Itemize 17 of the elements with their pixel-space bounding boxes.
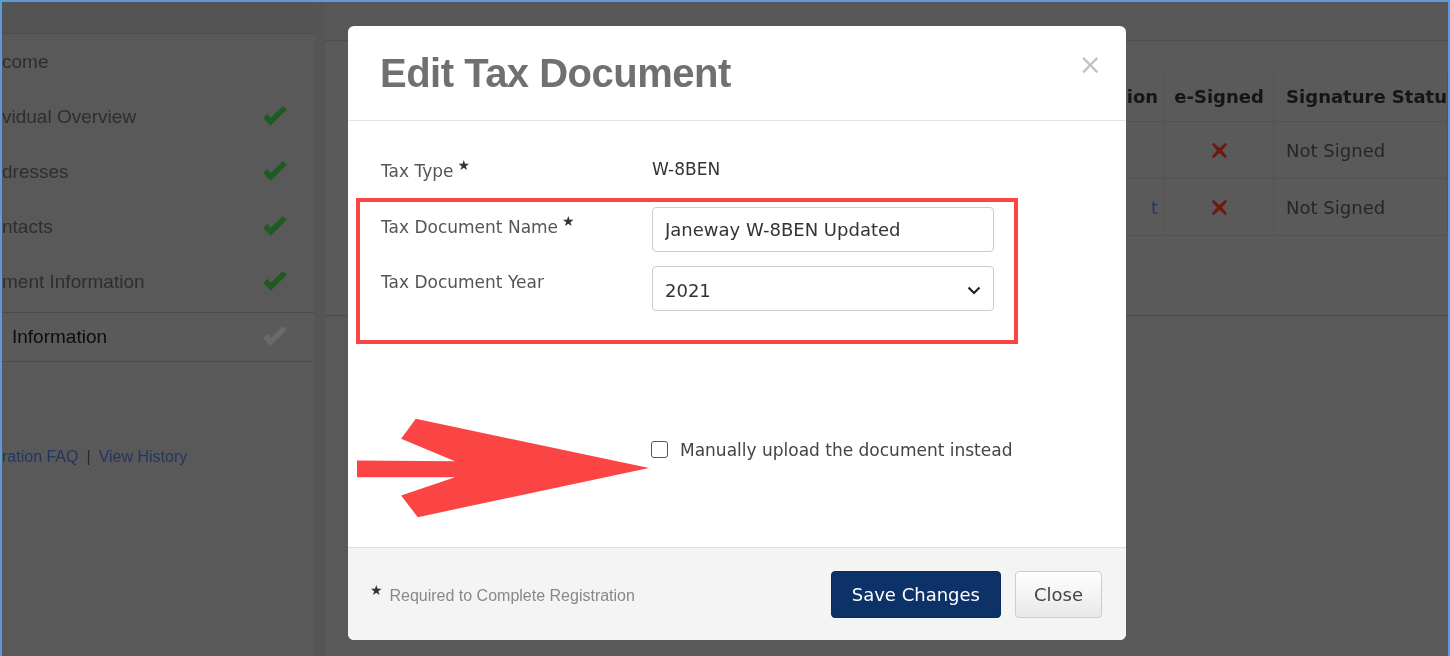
chevron-down-icon: [967, 285, 981, 295]
year-select[interactable]: 2021: [652, 265, 994, 311]
link-separator: |: [86, 448, 91, 466]
column-header: Signature Statu: [1274, 71, 1448, 121]
close-button[interactable]: ×: [1078, 48, 1102, 81]
field-label: Tax Type $^{★}$: [381, 157, 472, 181]
checkbox-label[interactable]: Manually upload the document instead: [680, 439, 1013, 460]
close-button[interactable]: Close: [1014, 570, 1102, 618]
save-button[interactable]: Save Changes: [830, 570, 1001, 618]
sidebar-item[interactable]: Information: [2, 312, 314, 362]
checkbox[interactable]: [651, 441, 668, 459]
field-label: Tax Document Year: [381, 271, 545, 292]
field-label: Tax Document Name $^{★}$: [381, 212, 576, 237]
field-value: W-8BEN: [652, 158, 721, 179]
modal-title: Edit Tax Document: [380, 51, 731, 96]
required-note: $^{★}$ Required to Complete Registration: [370, 582, 635, 606]
column-header: e-Signed: [1165, 71, 1275, 121]
